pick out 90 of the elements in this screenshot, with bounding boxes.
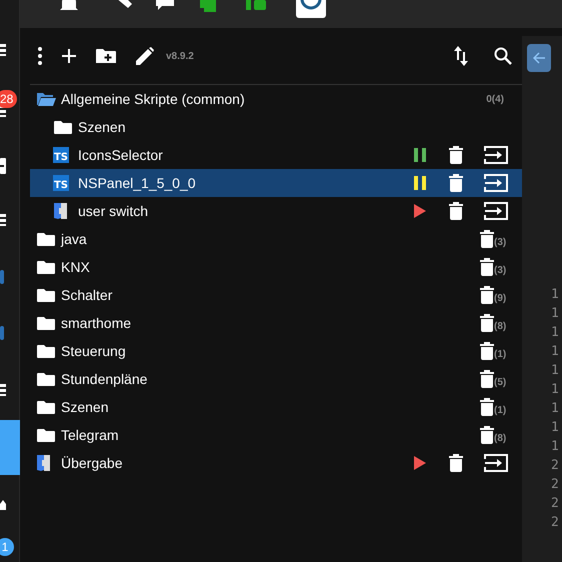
list-icon[interactable]: [0, 214, 6, 226]
folder-name[interactable]: Szenen: [78, 119, 518, 135]
script-count: (1): [494, 349, 506, 360]
export-icon[interactable]: [484, 146, 508, 164]
calendar-icon[interactable]: [0, 158, 6, 174]
arrow-left-icon: [533, 52, 545, 64]
search-button[interactable]: [494, 47, 512, 65]
sort-button[interactable]: [454, 46, 468, 66]
add-button[interactable]: [62, 49, 76, 63]
folder-name[interactable]: Steuerung: [61, 343, 474, 359]
count-badge: 1: [0, 538, 14, 556]
delete-icon[interactable]: [480, 398, 494, 416]
delete-icon[interactable]: [480, 258, 494, 276]
export-icon[interactable]: [484, 174, 508, 192]
line-number: 1: [551, 419, 560, 437]
folder-icon: [36, 315, 56, 331]
folder-name[interactable]: java: [61, 231, 474, 247]
delete-icon[interactable]: [480, 426, 494, 444]
script-count: (8): [494, 433, 506, 444]
typescript-badge: TS: [53, 175, 69, 191]
script-count: (3): [494, 237, 506, 248]
line-number: 2: [551, 457, 560, 475]
back-button[interactable]: [527, 44, 551, 72]
script-name[interactable]: Übergabe: [61, 455, 402, 471]
version-label: v8.9.2: [166, 50, 195, 62]
folder-name[interactable]: smarthome: [61, 315, 474, 331]
line-number: 2: [551, 476, 560, 494]
folder-icon: [53, 119, 73, 135]
folder-icon: [36, 259, 56, 275]
folder-name[interactable]: Szenen: [61, 399, 474, 415]
folder-icon: [36, 427, 56, 443]
script-name[interactable]: NSPanel_1_5_0_0: [78, 175, 402, 191]
tree-row[interactable]: TS NSPanel_1_5_0_0: [30, 169, 522, 197]
line-number: 2: [551, 495, 560, 513]
script-count: (1): [494, 405, 506, 416]
folder-name[interactable]: Stundenpläne: [61, 371, 474, 387]
edit-button[interactable]: [136, 47, 154, 65]
delete-icon[interactable]: [449, 146, 463, 164]
pause-icon[interactable]: [414, 176, 426, 190]
delete-icon[interactable]: [480, 286, 494, 304]
delete-icon[interactable]: [480, 314, 494, 332]
tree-row[interactable]: TS IconsSelector: [30, 141, 522, 169]
play-icon[interactable]: [414, 456, 426, 470]
tree-row[interactable]: user switch: [30, 197, 522, 225]
line-number: 1: [551, 324, 560, 342]
line-number: 2: [551, 514, 560, 532]
script-count: (3): [494, 265, 506, 276]
folder-icon: [36, 399, 56, 415]
folder-icon: [36, 371, 56, 387]
delete-icon[interactable]: [449, 202, 463, 220]
more-menu-button[interactable]: [38, 47, 42, 65]
line-number: 1: [551, 362, 560, 380]
open-folder-icon: [36, 91, 56, 107]
list-icon[interactable]: [0, 44, 6, 56]
line-number: 1: [551, 381, 560, 399]
tree-row[interactable]: Übergabe: [30, 449, 522, 477]
delete-icon[interactable]: [480, 342, 494, 360]
folder-name[interactable]: Telegram: [61, 427, 474, 443]
script-count: (5): [494, 377, 506, 388]
delete-icon[interactable]: [449, 454, 463, 472]
play-icon[interactable]: [414, 204, 426, 218]
typescript-badge: TS: [53, 147, 69, 163]
line-number: 1: [551, 286, 560, 304]
folder-name[interactable]: Allgemeine Skripte (common): [61, 91, 486, 107]
export-icon[interactable]: [484, 202, 508, 220]
folder-icon: [36, 231, 56, 247]
count-badge: 28: [0, 90, 18, 108]
delete-icon[interactable]: [480, 230, 494, 248]
script-count: (9): [494, 293, 506, 304]
line-number: 1: [551, 438, 560, 456]
delete-icon[interactable]: [449, 174, 463, 192]
folder-name[interactable]: KNX: [61, 259, 474, 275]
script-count: 0(4): [486, 94, 504, 104]
script-name[interactable]: IconsSelector: [78, 147, 402, 163]
home-icon[interactable]: [0, 500, 6, 510]
line-number: 1: [551, 305, 560, 323]
new-folder-button[interactable]: [96, 48, 116, 64]
puzzle-icon: [53, 202, 69, 220]
pause-icon[interactable]: [414, 148, 426, 162]
delete-icon[interactable]: [480, 370, 494, 388]
folder-icon: [36, 343, 56, 359]
folder-icon: [36, 287, 56, 303]
export-icon[interactable]: [484, 454, 508, 472]
line-number: 1: [551, 343, 560, 361]
list-icon[interactable]: [0, 384, 6, 396]
folder-name[interactable]: Schalter: [61, 287, 474, 303]
line-number: 1: [551, 400, 560, 418]
script-name[interactable]: user switch: [78, 203, 402, 219]
script-count: (8): [494, 321, 506, 332]
puzzle-icon: [36, 454, 52, 472]
